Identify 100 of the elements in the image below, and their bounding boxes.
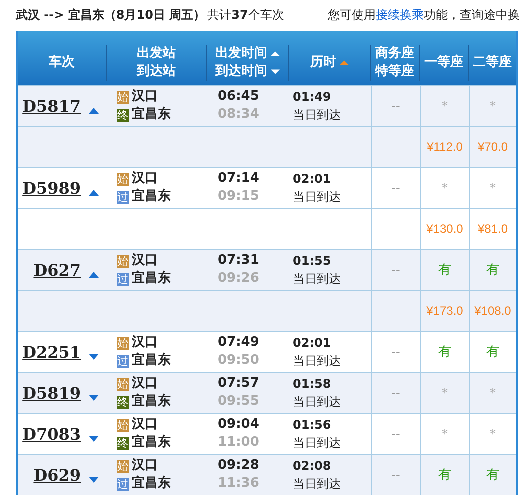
sort-down-icon[interactable]	[270, 69, 280, 75]
column-header: 到达站	[137, 63, 176, 81]
column-header: 一等座	[424, 54, 464, 72]
expand-arrow-icon[interactable]	[89, 477, 99, 483]
arrival-note: 当日到达	[293, 353, 341, 370]
seat-availability: 有	[438, 467, 452, 484]
station-name[interactable]: 宜昌东	[132, 434, 171, 452]
arrival-note: 当日到达	[293, 476, 341, 493]
station-badge: 过	[117, 478, 129, 490]
station-name[interactable]: 汉口	[132, 375, 158, 393]
station-name[interactable]: 汉口	[132, 334, 158, 352]
ticket-price: ¥173.0	[426, 304, 464, 318]
station-badge: 始	[117, 254, 129, 268]
ticket-price: ¥112.0	[427, 140, 463, 154]
departure-time: 07:57	[218, 375, 260, 393]
seat-availability: 有	[438, 262, 452, 279]
column-header: 二等座	[473, 54, 512, 72]
seat-availability: --	[392, 468, 400, 482]
seat-availability: --	[392, 181, 400, 195]
collapse-arrow-icon[interactable]	[89, 190, 99, 196]
departure-time: 09:04	[218, 416, 260, 434]
transfer-link[interactable]: 接续换乘	[376, 8, 424, 22]
station-badge: 始	[117, 336, 129, 350]
ticket-price: ¥70.0	[478, 140, 508, 154]
station-name[interactable]: 宜昌东	[132, 106, 171, 124]
station-badge: 始	[117, 460, 129, 472]
seat-availability: *	[490, 427, 496, 441]
train-number-link[interactable]: D629	[34, 466, 81, 484]
arrival-time: 09:55	[218, 393, 260, 411]
station-name[interactable]: 宜昌东	[132, 270, 171, 288]
station-name[interactable]: 汉口	[132, 170, 158, 188]
ticket-price: ¥108.0	[474, 304, 512, 318]
station-badge: 过	[117, 354, 129, 368]
duration: 02:01	[293, 335, 332, 352]
arrival-time: 11:00	[218, 434, 260, 452]
station-name[interactable]: 宜昌东	[132, 188, 171, 206]
station-badge: 终	[117, 436, 129, 450]
station-name[interactable]: 汉口	[132, 252, 158, 270]
collapse-arrow-icon[interactable]	[89, 108, 99, 114]
train-number-link[interactable]: D2251	[22, 342, 81, 362]
seat-availability: --	[392, 386, 400, 400]
expand-arrow-icon[interactable]	[89, 354, 99, 360]
station-badge: 始	[117, 418, 129, 432]
expand-arrow-icon[interactable]	[89, 395, 99, 401]
seat-availability: *	[442, 99, 448, 113]
train-number-link[interactable]: D627	[34, 260, 81, 280]
train-number-link[interactable]: D5819	[22, 384, 81, 402]
station-name[interactable]: 汉口	[132, 88, 158, 106]
seat-availability: *	[442, 386, 448, 400]
column-header: 车次	[49, 54, 75, 72]
column-header: 出发站	[137, 45, 176, 63]
train-count: 共计37个车次	[208, 7, 284, 24]
collapse-arrow-icon[interactable]	[89, 272, 99, 278]
column-header: 出发时间	[216, 45, 268, 63]
column-header: 商务座	[376, 45, 414, 63]
station-badge: 过	[117, 272, 129, 286]
station-name[interactable]: 宜昌东	[132, 393, 171, 411]
seat-availability: 有	[486, 344, 500, 361]
station-badge: 过	[117, 190, 129, 204]
station-badge: 始	[117, 378, 129, 390]
station-name[interactable]: 汉口	[132, 457, 158, 475]
arrival-note: 当日到达	[293, 271, 341, 288]
expand-arrow-icon[interactable]	[89, 436, 99, 442]
station-badge: 终	[117, 396, 129, 408]
arrival-note: 当日到达	[293, 394, 341, 411]
duration: 02:01	[293, 171, 332, 188]
duration: 01:49	[293, 89, 332, 106]
seat-availability: --	[392, 427, 400, 441]
seat-availability: 有	[486, 262, 500, 279]
column-header: 历时	[310, 54, 336, 72]
departure-time: 07:31	[218, 252, 260, 270]
ticket-price: ¥130.0	[426, 222, 464, 236]
transfer-hint: 您可使用接续换乘功能，查询途中换	[328, 7, 520, 24]
station-name[interactable]: 宜昌东	[132, 475, 171, 493]
arrival-time: 09:15	[218, 188, 260, 206]
duration: 01:55	[293, 253, 332, 270]
station-name[interactable]: 汉口	[132, 416, 158, 434]
seat-availability: *	[442, 181, 448, 195]
arrival-time: 09:50	[218, 352, 260, 370]
departure-time: 09:28	[218, 457, 260, 475]
arrival-time: 09:26	[218, 270, 260, 288]
departure-time: 07:14	[218, 170, 260, 188]
arrival-time: 11:36	[218, 475, 260, 493]
train-number-link[interactable]: D7083	[22, 424, 81, 444]
duration: 02:08	[293, 458, 332, 475]
ticket-price: ¥81.0	[478, 222, 508, 236]
column-header: 到达时间	[216, 63, 268, 81]
sort-up-icon[interactable]	[270, 51, 280, 57]
route-title: 武汉 --> 宜昌东（8月10日 周五）	[16, 7, 206, 24]
arrival-time: 08:34	[218, 106, 260, 124]
train-number-link[interactable]: D5817	[22, 96, 81, 116]
arrival-note: 当日到达	[293, 189, 341, 206]
duration: 01:58	[293, 376, 332, 393]
seat-availability: 有	[438, 344, 452, 361]
duration: 01:56	[293, 417, 332, 434]
departure-time: 06:45	[218, 88, 260, 106]
seat-availability: *	[490, 99, 496, 113]
train-number-link[interactable]: D5989	[22, 178, 81, 198]
station-name[interactable]: 宜昌东	[132, 352, 171, 370]
station-badge: 终	[117, 108, 129, 122]
